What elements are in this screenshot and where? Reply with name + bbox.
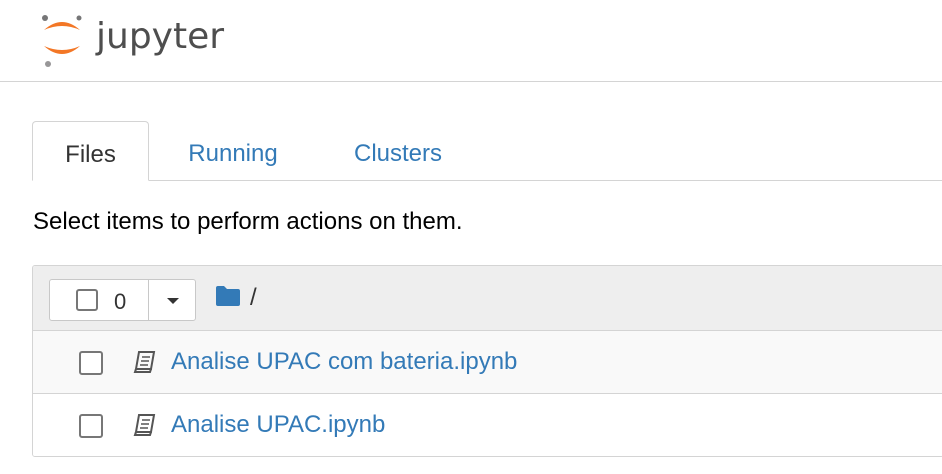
file-list: 0 / Analise UPAC com bateria.ipynb Anali… (32, 265, 942, 457)
header: jupyter (0, 0, 942, 82)
tab-files[interactable]: Files (32, 121, 149, 181)
select-all-checkbox[interactable] (76, 289, 98, 311)
notebook-icon (133, 414, 156, 436)
item-checkbox[interactable] (79, 414, 103, 438)
jupyter-logo-icon (42, 15, 82, 67)
tab-running[interactable]: Running (172, 121, 294, 181)
folder-icon[interactable] (215, 285, 241, 307)
caret-down-icon (167, 298, 179, 304)
file-list-header: 0 / (33, 266, 942, 331)
notebook-icon (133, 351, 156, 373)
breadcrumb-root[interactable]: / (250, 284, 257, 312)
tab-bar: Files Running Clusters (32, 121, 942, 181)
logo-text: jupyter (95, 16, 224, 57)
item-checkbox[interactable] (79, 351, 103, 375)
notebook-link[interactable]: Analise UPAC com bateria.ipynb (171, 348, 517, 376)
select-dropdown-button[interactable] (148, 280, 196, 320)
tab-clusters[interactable]: Clusters (336, 121, 460, 181)
tab-divider (32, 180, 942, 181)
notebook-link[interactable]: Analise UPAC.ipynb (171, 411, 385, 439)
list-item: Analise UPAC.ipynb (33, 394, 942, 456)
selected-count: 0 (114, 289, 127, 314)
list-item: Analise UPAC com bateria.ipynb (33, 331, 942, 394)
jupyter-logo[interactable]: jupyter (38, 12, 268, 72)
instructions-text: Select items to perform actions on them. (33, 208, 463, 235)
select-all-group: 0 (49, 279, 196, 321)
